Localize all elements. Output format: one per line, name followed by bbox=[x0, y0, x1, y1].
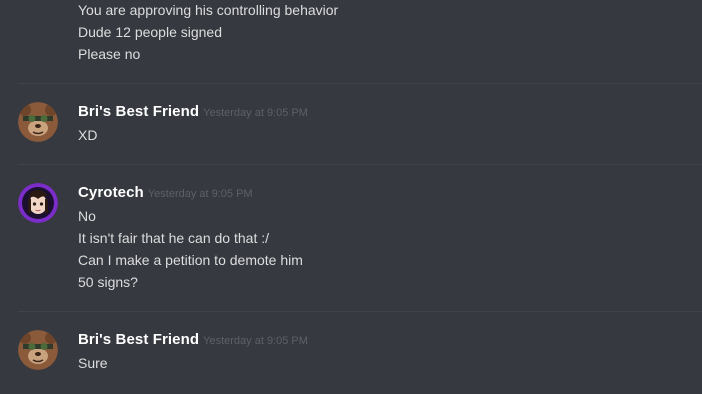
message-group: Bri's Best Friend Yesterday at 9:05 PM XD bbox=[0, 84, 702, 164]
message-line[interactable]: Dude 12 people signed bbox=[78, 21, 682, 43]
message-line[interactable]: It isn't fair that he can do that :/ bbox=[78, 227, 682, 249]
message-lines: Sure bbox=[78, 352, 682, 374]
message-lines: No It isn't fair that he can do that :/ … bbox=[78, 205, 682, 293]
message-header: Bri's Best Friend Yesterday at 9:05 PM bbox=[78, 331, 308, 351]
message-line[interactable]: 50 signs? bbox=[78, 271, 682, 293]
timestamp: Yesterday at 9:05 PM bbox=[147, 188, 253, 200]
username[interactable]: Cyrotech bbox=[78, 184, 144, 201]
message-header: Bri's Best Friend Yesterday at 9:05 PM bbox=[78, 103, 308, 123]
message-line[interactable]: You are approving his controlling behavi… bbox=[78, 0, 682, 21]
bear-avatar[interactable] bbox=[18, 102, 58, 142]
message-line[interactable]: XD bbox=[78, 124, 682, 146]
chat-messages: You are approving his controlling behavi… bbox=[0, 0, 702, 394]
girl-avatar[interactable] bbox=[18, 183, 58, 223]
message-group: You are approving his controlling behavi… bbox=[0, 0, 702, 84]
timestamp: Yesterday at 9:05 PM bbox=[203, 107, 308, 119]
message-lines: You are approving his controlling behavi… bbox=[78, 0, 682, 65]
message-line[interactable]: Can I make a petition to demote him bbox=[78, 249, 682, 271]
username[interactable]: Bri's Best Friend bbox=[78, 103, 199, 120]
message-line[interactable]: Sure bbox=[78, 352, 682, 374]
timestamp: Yesterday at 9:05 PM bbox=[203, 335, 308, 347]
username[interactable]: Bri's Best Friend bbox=[78, 331, 199, 348]
message-lines: XD bbox=[78, 124, 682, 146]
bear-avatar[interactable] bbox=[18, 330, 58, 370]
message-line[interactable]: Please no bbox=[78, 43, 682, 65]
message-group: Cyrotech Yesterday at 9:05 PM No It isn't… bbox=[0, 165, 702, 311]
message-line[interactable]: No bbox=[78, 205, 682, 227]
message-group: Bri's Best Friend Yesterday at 9:05 PM Su… bbox=[0, 312, 702, 394]
message-header: Cyrotech Yesterday at 9:05 PM bbox=[78, 184, 253, 204]
